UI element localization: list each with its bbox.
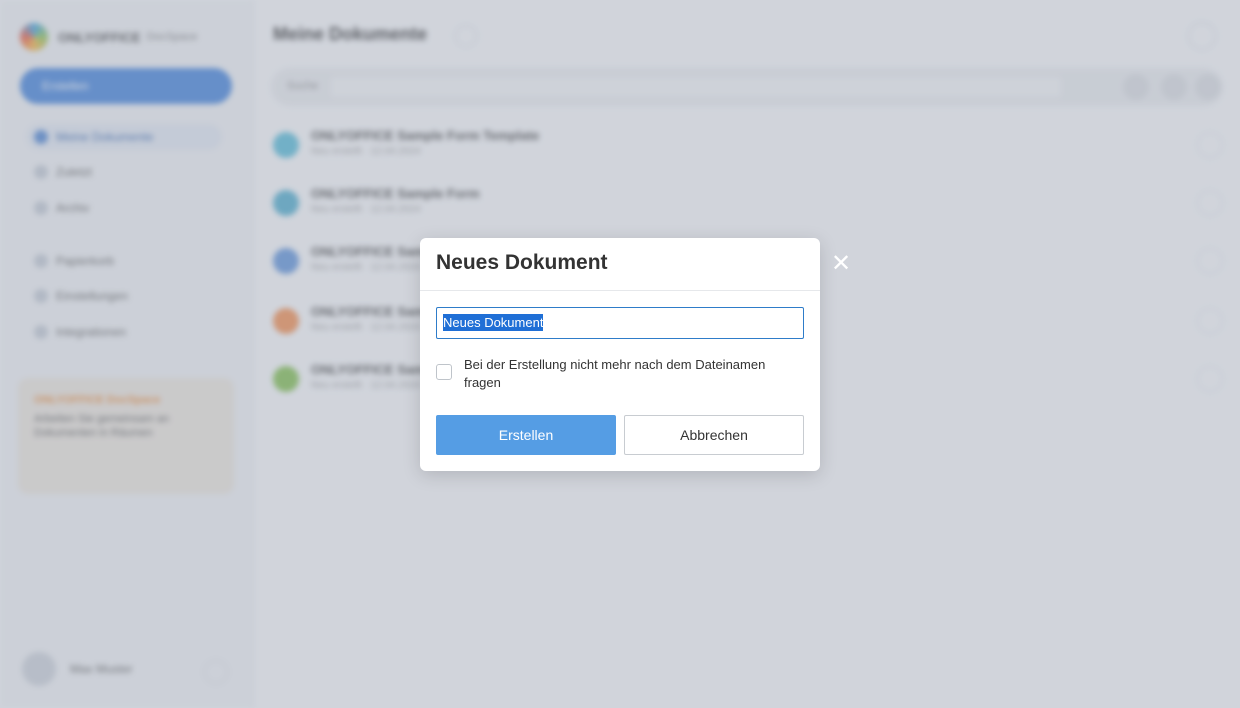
dont-ask-filename-label[interactable]: Bei der Erstellung nicht mehr nach dem D… (464, 356, 794, 392)
filename-input[interactable]: Neues Dokument (436, 307, 804, 339)
close-icon[interactable]: ✕ (829, 252, 853, 276)
dialog-title: Neues Dokument (436, 251, 608, 274)
filename-input-value: Neues Dokument (443, 314, 544, 331)
dont-ask-filename-checkbox[interactable] (436, 364, 452, 380)
cancel-button[interactable]: Abbrechen (624, 415, 804, 455)
new-document-dialog: Neues Dokument Neues Dokument Bei der Er… (420, 238, 820, 471)
create-button[interactable]: Erstellen (436, 415, 616, 455)
divider (420, 290, 820, 291)
